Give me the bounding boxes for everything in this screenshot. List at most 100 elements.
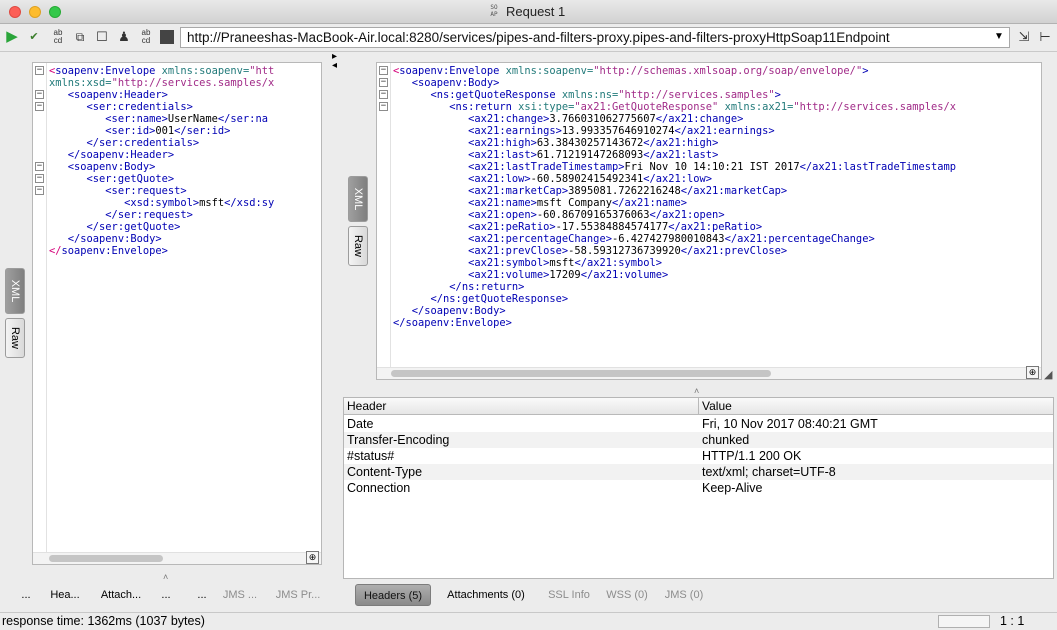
tab-response-headers[interactable]: Headers (5) <box>355 584 431 606</box>
tab-response-xml[interactable]: XML <box>348 176 368 222</box>
tab-response-raw[interactable]: Raw <box>348 226 368 266</box>
scrollbar-thumb[interactable] <box>49 555 163 562</box>
fold-toggle-icon[interactable]: − <box>35 174 44 183</box>
response-xml-code[interactable]: <soapenv:Envelope xmlns:soapenv="http://… <box>393 65 956 329</box>
fold-toggle-icon[interactable]: − <box>35 90 44 99</box>
code-line[interactable]: <ax21:lastTradeTimestamp>Fri Nov 10 14:1… <box>393 161 956 173</box>
code-line[interactable]: <soapenv:Envelope xmlns:soapenv="http://… <box>393 65 956 77</box>
expand-icon[interactable]: ⊢ <box>1037 29 1053 45</box>
splitter-handle[interactable]: ˄ <box>694 386 699 396</box>
code-line[interactable]: <ax21:marketCap>3895081.7262216248</ax21… <box>393 185 956 197</box>
code-line[interactable]: <ns:getQuoteResponse xmlns:ns="http://se… <box>393 89 956 101</box>
tab-request-bottom-4[interactable]: ... <box>154 584 178 606</box>
code-line[interactable]: <ax21:low>-60.58902415492341</ax21:low> <box>393 173 956 185</box>
endpoint-url-field[interactable]: http://Praneeshas-MacBook-Air.local:8280… <box>180 27 1010 48</box>
minimize-window-button[interactable] <box>29 6 41 18</box>
header-value-cell[interactable]: HTTP/1.1 200 OK <box>699 448 1053 464</box>
header-name-cell[interactable]: Content-Type <box>344 464 699 480</box>
code-line[interactable]: </soapenv:Envelope> <box>393 317 956 329</box>
header-name-cell[interactable]: Connection <box>344 480 699 496</box>
fold-toggle-icon[interactable]: − <box>379 102 388 111</box>
tab-request-bottom-1[interactable]: ... <box>14 584 38 606</box>
table-row[interactable]: #status# HTTP/1.1 200 OK <box>344 448 1053 464</box>
code-line[interactable]: </ser:request> <box>49 209 274 221</box>
code-line[interactable]: <ax21:percentageChange>-6.42742798001084… <box>393 233 956 245</box>
code-line[interactable]: <ser:credentials> <box>49 101 274 113</box>
code-line[interactable]: <xsd:symbol>msft</xsd:sy <box>49 197 274 209</box>
soap-icon[interactable]: ab cd <box>138 29 154 45</box>
fold-toggle-icon[interactable]: − <box>35 162 44 171</box>
code-line[interactable]: <ax21:open>-60.86709165376063</ax21:open… <box>393 209 956 221</box>
code-line[interactable]: </ser:credentials> <box>49 137 274 149</box>
validate-icon[interactable]: ✔ <box>26 29 42 45</box>
tab-jms[interactable]: JMS (0) <box>660 584 708 606</box>
zoom-window-button[interactable] <box>49 6 61 18</box>
horizontal-scrollbar[interactable] <box>33 552 321 564</box>
close-window-button[interactable] <box>9 6 21 18</box>
stop-icon[interactable]: ⧉ <box>72 29 88 45</box>
code-line[interactable]: </soapenv:Body> <box>393 305 956 317</box>
search-icon[interactable]: ⊕ <box>306 551 319 564</box>
header-value-cell[interactable]: text/xml; charset=UTF-8 <box>699 464 1053 480</box>
fold-toggle-icon[interactable]: − <box>379 78 388 87</box>
code-line[interactable]: <ax21:name>msft Company</ax21:name> <box>393 197 956 209</box>
code-line[interactable]: </soapenv:Body> <box>49 233 274 245</box>
tab-wss[interactable]: WSS (0) <box>604 584 650 606</box>
header-name-cell[interactable]: #status# <box>344 448 699 464</box>
chevron-down-icon[interactable]: ▼ <box>991 29 1007 45</box>
code-line[interactable]: <ax21:earnings>13.993357646910274</ax21:… <box>393 125 956 137</box>
fold-toggle-icon[interactable]: − <box>35 66 44 75</box>
header-name-cell[interactable]: Date <box>344 416 699 432</box>
fold-toggle-icon[interactable]: − <box>35 186 44 195</box>
tab-request-bottom-5[interactable]: ... <box>190 584 214 606</box>
table-row[interactable]: Transfer-Encoding chunked <box>344 432 1053 448</box>
header-value-cell[interactable]: Keep-Alive <box>699 480 1053 496</box>
column-header-value[interactable]: Value <box>699 398 1053 415</box>
header-value-cell[interactable]: chunked <box>699 432 1053 448</box>
tab-request-xml[interactable]: XML <box>5 268 25 314</box>
tab-ssl-info[interactable]: SSL Info <box>542 584 596 606</box>
code-line[interactable]: <ax21:volume>17209</ax21:volume> <box>393 269 956 281</box>
format-icon[interactable]: ab cd <box>50 29 66 45</box>
header-value-cell[interactable]: Fri, 10 Nov 2017 08:40:21 GMT <box>699 416 1053 432</box>
horizontal-scrollbar[interactable] <box>377 367 1041 379</box>
code-line[interactable]: </ns:getQuoteResponse> <box>393 293 956 305</box>
code-line[interactable]: <ser:getQuote> <box>49 173 274 185</box>
table-row[interactable]: Date Fri, 10 Nov 2017 08:40:21 GMT <box>344 416 1053 432</box>
square-icon[interactable] <box>160 30 174 44</box>
tab-request-headers[interactable]: Hea... <box>44 584 86 606</box>
table-row[interactable]: Content-Type text/xml; charset=UTF-8 <box>344 464 1053 480</box>
code-line[interactable]: </ser:getQuote> <box>49 221 274 233</box>
header-name-cell[interactable]: Transfer-Encoding <box>344 432 699 448</box>
tab-request-raw[interactable]: Raw <box>5 318 25 358</box>
code-line[interactable]: <ax21:prevClose>-58.59312736739920</ax21… <box>393 245 956 257</box>
code-line[interactable]: <ax21:symbol>msft</ax21:symbol> <box>393 257 956 269</box>
table-row[interactable]: Connection Keep-Alive <box>344 480 1053 496</box>
code-line[interactable]: <ser:id>001</ser:id> <box>49 125 274 137</box>
code-line[interactable]: </ns:return> <box>393 281 956 293</box>
code-line[interactable]: </soapenv:Header> <box>49 149 274 161</box>
code-line[interactable]: <ser:name>UserName</ser:na <box>49 113 274 125</box>
code-line[interactable]: <ax21:change>3.766031062775607</ax21:cha… <box>393 113 956 125</box>
code-line[interactable]: <soapenv:Body> <box>49 161 274 173</box>
fold-toggle-icon[interactable]: − <box>35 102 44 111</box>
fold-toggle-icon[interactable]: − <box>379 90 388 99</box>
code-line[interactable]: <ser:request> <box>49 185 274 197</box>
tab-response-attachments[interactable]: Attachments (0) <box>438 584 534 606</box>
code-line[interactable]: <ax21:last>61.71219147268093</ax21:last> <box>393 149 956 161</box>
checkbox-icon[interactable]: ☐ <box>94 29 110 45</box>
code-line[interactable]: xmlns:xsd="http://services.samples/x <box>49 77 274 89</box>
request-xml-code[interactable]: <soapenv:Envelope xmlns:soapenv="htt xmln… <box>49 65 274 257</box>
settings-icon[interactable]: ⇲ <box>1016 29 1032 45</box>
code-line[interactable]: <soapenv:Envelope xmlns:soapenv="htt <box>49 65 274 77</box>
code-line[interactable]: </soapenv:Envelope> <box>49 245 274 257</box>
code-line[interactable]: <soapenv:Header> <box>49 89 274 101</box>
request-xml-editor[interactable]: − − − − − − <soapenv:Envelope xmlns:soapenv="… <box>32 62 322 565</box>
column-header-header[interactable]: Header <box>344 398 699 415</box>
tab-request-attachments[interactable]: Attach... <box>98 584 144 606</box>
splitter-arrows-icon[interactable]: ▸ ◂ <box>332 52 337 71</box>
scrollbar-thumb[interactable] <box>391 370 771 377</box>
fold-toggle-icon[interactable]: − <box>379 66 388 75</box>
code-line[interactable]: <ax21:high>63.38430257143672</ax21:high> <box>393 137 956 149</box>
search-icon[interactable]: ⊕ <box>1026 366 1039 379</box>
